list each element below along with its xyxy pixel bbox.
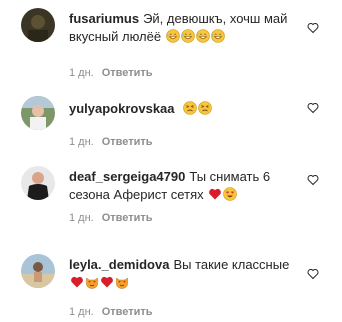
like-heart-icon[interactable] [307, 268, 319, 280]
reply-button[interactable]: Ответить [102, 67, 153, 79]
reply-button[interactable]: Ответить [102, 306, 153, 318]
red-heart-icon [101, 276, 113, 288]
reply-button[interactable]: Ответить [102, 212, 153, 224]
tired-face-icon [198, 101, 212, 115]
comment-username[interactable]: deaf_sergeiga4790 [69, 169, 185, 184]
comment-emojis [165, 29, 225, 44]
comment-emojis [207, 187, 238, 202]
avatar[interactable] [21, 96, 55, 130]
comment-time: 1 дн. [69, 136, 94, 148]
comment-username[interactable]: fusariumus [69, 11, 139, 26]
comment-time: 1 дн. [69, 306, 94, 318]
comment-username[interactable]: yulyapokrovskaa [69, 101, 175, 116]
comment-time: 1 дн. [69, 67, 94, 79]
grinning-sweat-icon [165, 29, 180, 43]
heart-eyes-icon [223, 187, 238, 201]
comment-item: deaf_sergeiga4790 Ты снимать 6 сезона Афе… [0, 160, 342, 240]
comment-time: 1 дн. [69, 212, 94, 224]
grinning-sweat-icon [195, 29, 210, 43]
like-heart-icon[interactable] [307, 22, 319, 34]
heart-eyes-cat-icon [116, 277, 128, 289]
comment-emojis [69, 275, 129, 290]
reply-button[interactable]: Ответить [102, 136, 153, 148]
comment-item: fusariumus Эй, девюшкъ, хочш май вкусный … [0, 0, 342, 80]
comment-item: yulyapokrovskaa 1 дн. Ответить [0, 88, 342, 158]
comment-item: leyla._demidova Вы такие классные 1 дн. От… [0, 248, 342, 322]
comment-text: Вы такие классные [173, 257, 290, 272]
avatar[interactable] [21, 166, 55, 200]
red-heart-icon [209, 188, 222, 200]
heart-eyes-cat-icon [86, 277, 98, 289]
grinning-sweat-icon [180, 29, 195, 43]
grinning-sweat-icon [210, 29, 225, 43]
tired-face-icon [183, 101, 197, 115]
red-heart-icon [71, 276, 83, 288]
avatar[interactable] [21, 254, 55, 288]
like-heart-icon[interactable] [307, 102, 319, 114]
comment-username[interactable]: leyla._demidova [69, 257, 169, 272]
like-heart-icon[interactable] [307, 174, 319, 186]
avatar[interactable] [21, 8, 55, 42]
comment-emojis [182, 101, 212, 116]
